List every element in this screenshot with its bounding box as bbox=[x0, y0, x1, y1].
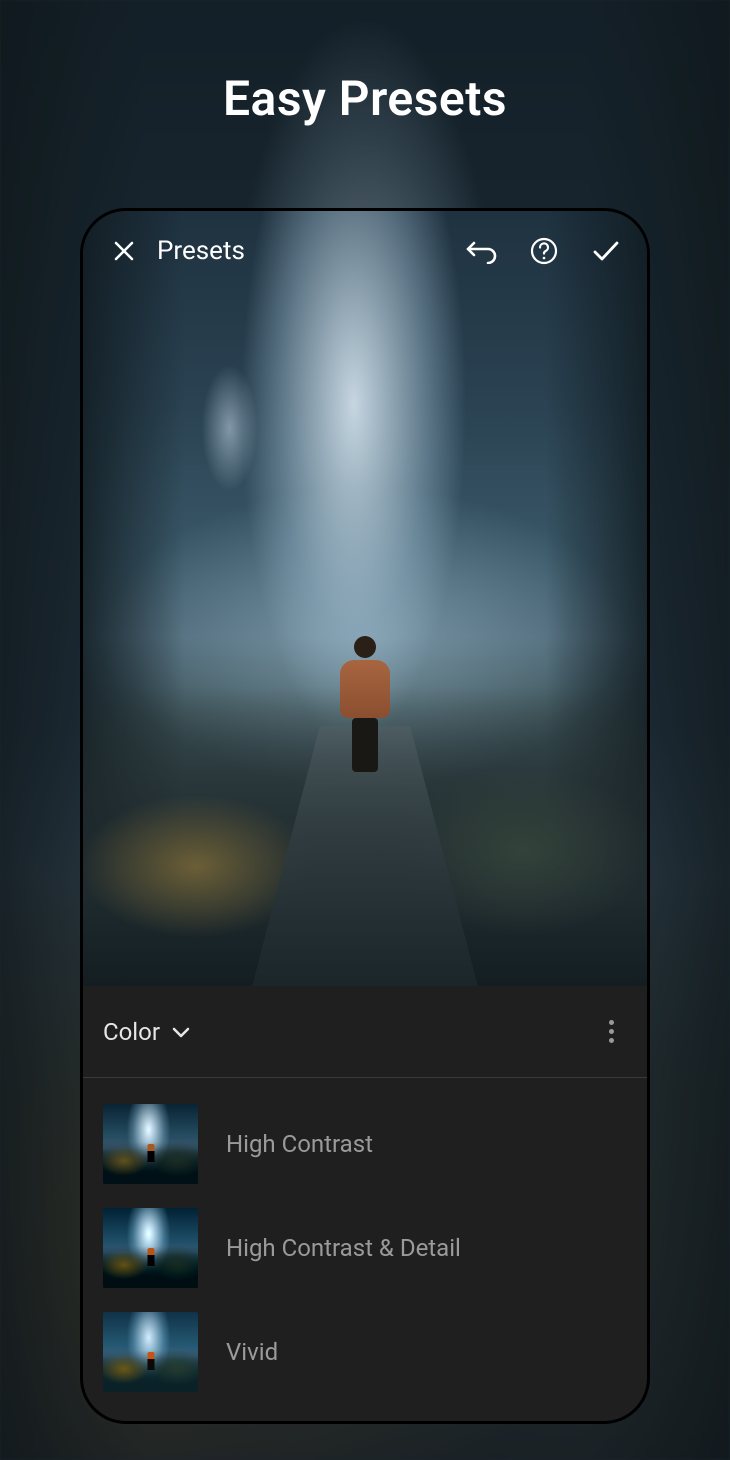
more-vertical-icon bbox=[609, 1020, 614, 1025]
preset-thumbnail bbox=[103, 1104, 198, 1184]
preset-list: High Contrast High Contrast & Detail Viv… bbox=[83, 1078, 647, 1421]
topbar-title: Presets bbox=[157, 236, 245, 266]
preset-name-label: High Contrast bbox=[226, 1130, 373, 1158]
preset-item-high-contrast-detail[interactable]: High Contrast & Detail bbox=[83, 1196, 647, 1300]
preset-name-label: Vivid bbox=[226, 1338, 278, 1366]
preview-scene-person bbox=[337, 636, 393, 776]
undo-icon bbox=[466, 238, 498, 264]
close-button[interactable] bbox=[103, 230, 145, 272]
preset-item-vivid[interactable]: Vivid bbox=[83, 1300, 647, 1404]
preview-image[interactable]: Presets bbox=[83, 211, 647, 986]
preset-name-label: High Contrast & Detail bbox=[226, 1234, 461, 1262]
editor-topbar: Presets bbox=[83, 211, 647, 291]
preset-thumbnail bbox=[103, 1312, 198, 1392]
preset-item-high-contrast[interactable]: High Contrast bbox=[83, 1092, 647, 1196]
preset-thumbnail bbox=[103, 1208, 198, 1288]
help-button[interactable] bbox=[523, 230, 565, 272]
page-headline: Easy Presets bbox=[0, 70, 730, 127]
category-row: Color bbox=[83, 986, 647, 1078]
help-icon bbox=[530, 237, 558, 265]
close-icon bbox=[112, 239, 136, 263]
category-label-text: Color bbox=[103, 1018, 160, 1046]
presets-panel: Color High Contrast High Contrast & Deta… bbox=[83, 986, 647, 1421]
more-options-button[interactable] bbox=[595, 1016, 627, 1048]
check-icon bbox=[592, 240, 620, 262]
chevron-down-icon bbox=[172, 1026, 190, 1038]
category-dropdown[interactable]: Color bbox=[103, 1018, 190, 1046]
undo-button[interactable] bbox=[461, 230, 503, 272]
confirm-button[interactable] bbox=[585, 230, 627, 272]
phone-frame: Presets Color bbox=[80, 208, 650, 1424]
